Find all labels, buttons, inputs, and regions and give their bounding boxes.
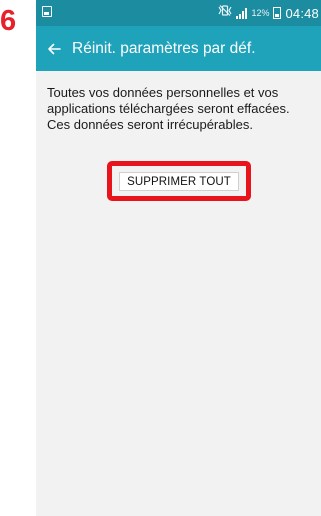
clock: 04:48 <box>285 5 319 21</box>
reset-content: Toutes vos données personnelles et vos a… <box>36 71 321 516</box>
page-title: Réinit. paramètres par déf. <box>72 39 256 57</box>
reset-description: Toutes vos données personnelles et vos a… <box>47 85 290 132</box>
gallery-notification-icon <box>42 6 52 17</box>
app-bar: Réinit. paramètres par déf. <box>36 26 321 71</box>
status-bar: 12% 04:48 <box>36 0 321 26</box>
tutorial-frame: 6 12% 04:48 Réinit. paramètres par déf. … <box>0 0 321 516</box>
signal-bars-icon <box>236 7 248 19</box>
back-arrow-icon <box>48 43 61 54</box>
step-number: 6 <box>0 5 17 37</box>
phone-screen: 12% 04:48 Réinit. paramètres par déf. To… <box>36 0 321 516</box>
battery-icon <box>273 7 282 19</box>
back-button[interactable] <box>36 26 72 71</box>
status-indicators: 12% 04:48 <box>218 4 319 22</box>
vibrate-mute-icon <box>218 5 232 21</box>
delete-all-button[interactable]: SUPPRIMER TOUT <box>119 172 239 191</box>
battery-percent: 12% <box>251 8 270 18</box>
